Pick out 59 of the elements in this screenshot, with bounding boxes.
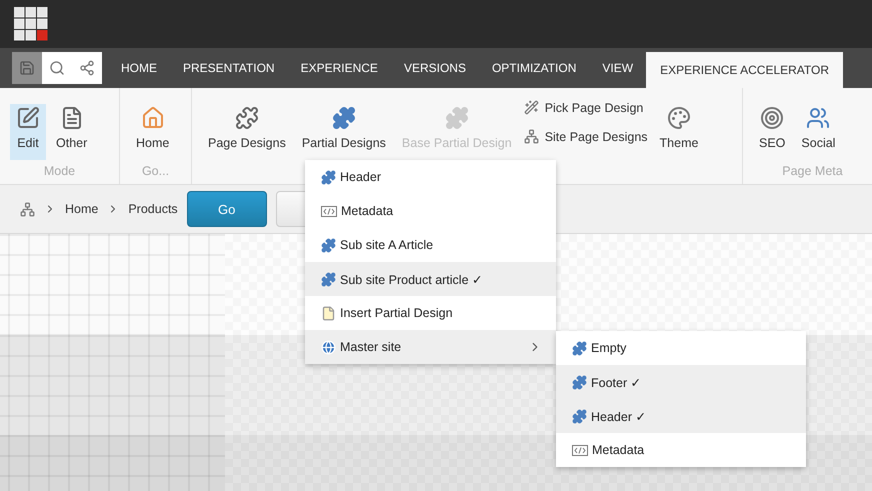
- users-icon: [806, 106, 830, 130]
- ribbon-tab[interactable]: PRESENTATION: [170, 48, 288, 88]
- menu-item[interactable]: Insert Partial Design: [305, 296, 556, 330]
- wand-icon: [524, 100, 539, 115]
- ribbon-tab[interactable]: EXPERIENCE: [288, 48, 391, 88]
- ribbon-button[interactable]: Site Page Designs: [522, 127, 650, 146]
- puzzle-icon: [572, 408, 587, 424]
- puzzle-icon: [444, 106, 469, 130]
- menu-item[interactable]: Header: [305, 160, 556, 194]
- group-label: Mode: [42, 164, 76, 178]
- save-button[interactable]: [12, 52, 42, 84]
- pencil-icon: [16, 106, 40, 130]
- tree-icon: [524, 129, 539, 144]
- file-icon: [321, 306, 336, 320]
- ribbon-tab[interactable]: VIEW: [589, 48, 646, 88]
- puzzle-icon: [321, 170, 336, 184]
- ribbon-tab[interactable]: HOME: [108, 48, 170, 88]
- puzzle-icon: [234, 106, 259, 130]
- puzzle-icon: [572, 374, 587, 390]
- menu-item[interactable]: Sub site Product article ✓: [305, 262, 556, 296]
- breadcrumb-link[interactable]: Products: [128, 202, 178, 216]
- code-icon: [572, 444, 588, 456]
- menu-item[interactable]: Metadata: [305, 194, 556, 228]
- menu-item[interactable]: Master site: [305, 330, 556, 364]
- ribbon-button[interactable]: Edit: [10, 104, 46, 160]
- globe-icon: [321, 340, 336, 354]
- ribbon-button[interactable]: Theme: [654, 104, 704, 160]
- menu-item[interactable]: Empty: [556, 331, 806, 365]
- search-icon: [49, 60, 65, 76]
- menu-item[interactable]: Header ✓: [556, 399, 806, 433]
- ribbon-button[interactable]: Partial Designs: [296, 104, 392, 160]
- ribbon-tab[interactable]: VERSIONS: [390, 48, 479, 88]
- save-icon: [19, 60, 35, 76]
- menu-item[interactable]: Sub site A Article: [305, 228, 556, 262]
- menu-item[interactable]: Metadata: [556, 433, 806, 467]
- menu-item[interactable]: Footer ✓: [556, 365, 806, 399]
- ribbon-button[interactable]: Social: [795, 104, 842, 160]
- breadcrumb-link[interactable]: Home: [65, 202, 98, 216]
- puzzle-icon: [321, 238, 336, 252]
- puzzle-icon: [321, 272, 336, 286]
- group-label: Go...: [140, 164, 170, 178]
- ribbon-button[interactable]: Pick Page Design: [522, 98, 650, 117]
- ribbon-tab[interactable]: OPTIMIZATION: [478, 48, 590, 88]
- app-logo[interactable]: [14, 7, 48, 41]
- ribbon-button[interactable]: Page Designs: [202, 104, 292, 160]
- target-icon: [760, 106, 784, 130]
- puzzle-icon: [572, 340, 587, 356]
- group-label: Page Meta: [781, 164, 844, 178]
- house-icon: [140, 106, 165, 130]
- palette-icon: [666, 106, 691, 130]
- tree-icon[interactable]: [20, 202, 35, 216]
- ribbon-button[interactable]: Other: [50, 104, 94, 160]
- ribbon-button[interactable]: SEO: [753, 104, 792, 160]
- ribbon-tab[interactable]: EXPERIENCE ACCELERATOR: [646, 52, 844, 88]
- code-icon: [321, 206, 337, 216]
- go-button[interactable]: Go: [186, 191, 267, 227]
- puzzle-icon: [332, 106, 356, 130]
- share-icon: [79, 60, 95, 76]
- ribbon-button[interactable]: Home: [130, 104, 176, 160]
